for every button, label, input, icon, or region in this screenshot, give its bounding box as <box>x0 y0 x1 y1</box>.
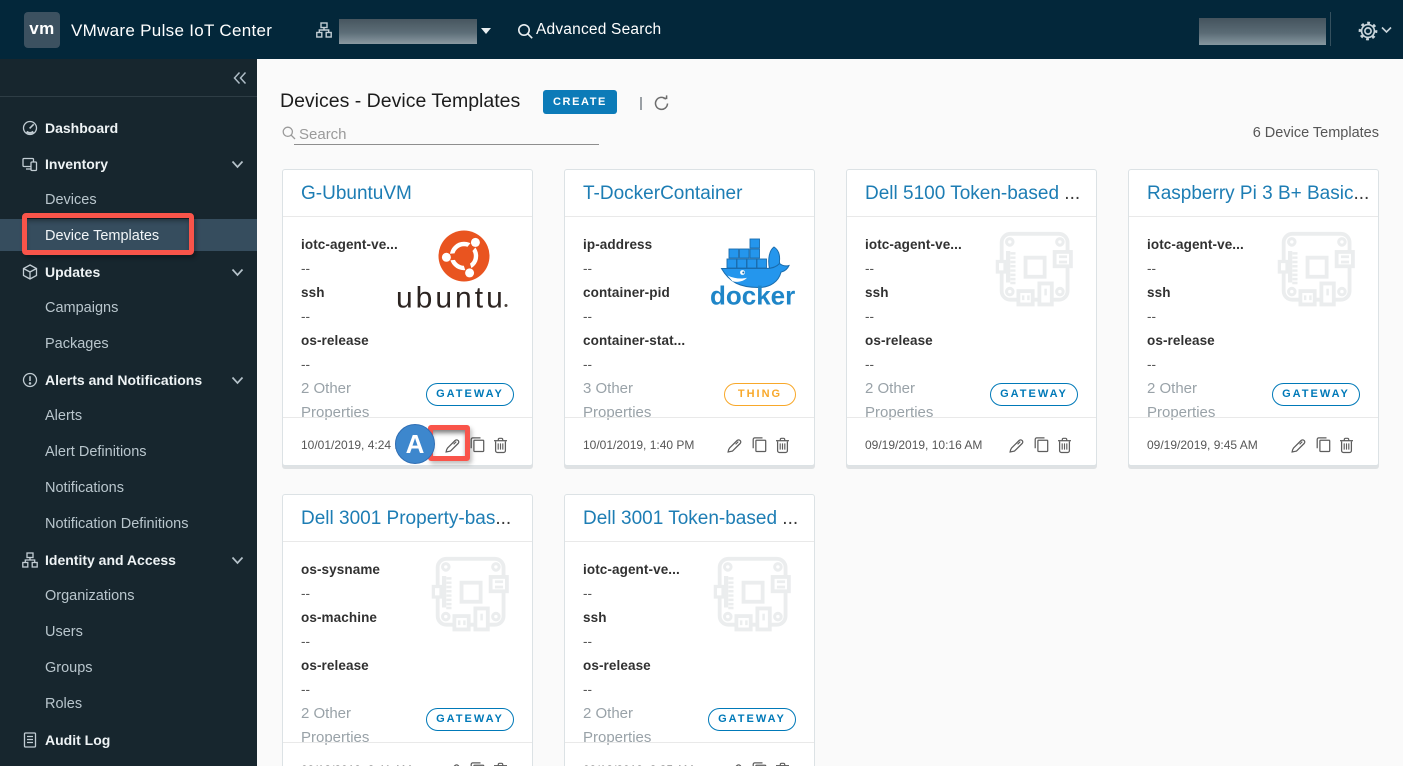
svg-text:docker: docker <box>711 281 795 311</box>
svg-text:ubuntu: ubuntu <box>396 282 506 314</box>
